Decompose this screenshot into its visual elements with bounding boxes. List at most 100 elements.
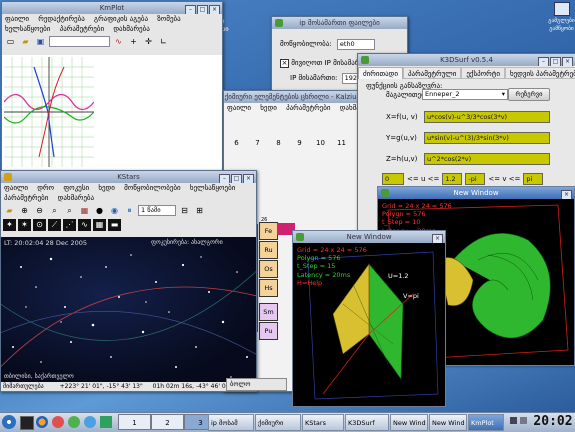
task-new-window-2[interactable]: New Wind bbox=[429, 414, 467, 431]
gl-render-small[interactable]: Grid = 24 x 24 = 576 Polygn = 576 t_Step… bbox=[293, 244, 445, 406]
tab-export[interactable]: ექსპორტი bbox=[461, 67, 505, 79]
open-folder-icon[interactable]: ▰ bbox=[3, 205, 16, 217]
menu-edit[interactable]: რედაქტირება bbox=[38, 15, 85, 23]
zoom-in-icon[interactable]: ⊕ bbox=[18, 205, 31, 217]
task-ip[interactable]: ip მოსამ bbox=[208, 414, 254, 431]
kalzium-footer-tab[interactable]: ბოლო bbox=[226, 378, 287, 391]
close-icon[interactable]: × bbox=[561, 190, 572, 199]
mail-icon[interactable] bbox=[52, 416, 64, 428]
kstars-titlebar[interactable]: KStars – □ × bbox=[1, 171, 256, 183]
task-new-window-1[interactable]: New Wind bbox=[390, 414, 428, 431]
cross-icon[interactable]: ✛ bbox=[142, 36, 155, 48]
help-icon[interactable] bbox=[84, 416, 96, 428]
planets-filter-icon[interactable]: ⊙ bbox=[33, 218, 46, 231]
close-icon[interactable]: × bbox=[243, 174, 254, 183]
menu-settings[interactable]: პარამეტრები bbox=[60, 25, 104, 33]
kmplot-function-input[interactable] bbox=[49, 36, 110, 47]
tab-main[interactable]: ძირითადი bbox=[358, 67, 403, 79]
z-function-input[interactable]: u^2*cos(2*v) bbox=[424, 153, 550, 165]
examples-select[interactable]: Enneper_2 ▾ bbox=[422, 89, 508, 100]
tab-view[interactable]: ხედვის პარამეტრები bbox=[504, 67, 575, 79]
new-window-small-titlebar[interactable]: New Window × bbox=[293, 231, 445, 243]
kstars-sky-view[interactable]: LT: 20:02:04 28 Dec 2005 ფოკუსირება: ახა… bbox=[1, 237, 256, 382]
kstars-menu-file[interactable]: ფაილი bbox=[4, 184, 28, 192]
deep-sky-filter-icon[interactable]: ✶ bbox=[18, 218, 31, 231]
kalzium-titlebar[interactable]: ქიმიური ელემენტების ცხრილი - Kalzium bbox=[224, 91, 364, 103]
menu-file[interactable]: ფაილი bbox=[5, 15, 29, 23]
element-tile[interactable]: Ru bbox=[259, 241, 278, 259]
kmplot-titlebar[interactable]: KmPlot – □ × bbox=[2, 2, 222, 14]
element-tile[interactable]: Pu bbox=[259, 322, 278, 340]
menu-help[interactable]: დახმარება bbox=[113, 25, 149, 33]
maximize-icon[interactable]: □ bbox=[231, 174, 242, 183]
clock[interactable]: 20:02 bbox=[532, 414, 574, 430]
kalzium-menu-file[interactable]: ფაილი bbox=[227, 104, 251, 112]
element-tile[interactable]: Os bbox=[259, 260, 278, 278]
pause-icon[interactable]: ⏸ bbox=[123, 205, 136, 217]
kalzium-menu-view[interactable]: ხედი bbox=[260, 104, 277, 112]
desktop-button[interactable]: 2 bbox=[151, 414, 184, 430]
step-back-icon[interactable]: ⊟ bbox=[178, 205, 191, 217]
minimize-icon[interactable]: – bbox=[219, 174, 230, 183]
image-icon[interactable]: ▦ bbox=[78, 205, 91, 217]
checkbox-icon[interactable]: × bbox=[280, 59, 289, 68]
open-folder-icon[interactable]: ▰ bbox=[19, 36, 32, 48]
angle-icon[interactable]: ∟ bbox=[157, 36, 170, 48]
new-file-icon[interactable]: ▭ bbox=[4, 36, 17, 48]
minimize-icon[interactable]: – bbox=[538, 57, 549, 66]
element-tile[interactable]: 26 Fe bbox=[259, 217, 278, 240]
menu-zoom[interactable]: ზომება bbox=[157, 15, 180, 23]
x-function-input[interactable]: u*cos(v)-u^3/3*cos(3*v) bbox=[424, 111, 550, 123]
kstars-menu-devices[interactable]: მოწყობილობები bbox=[124, 184, 181, 192]
volume-tray-icon[interactable] bbox=[520, 417, 527, 424]
function-plot-icon[interactable]: ∿ bbox=[112, 36, 125, 48]
menu-plot[interactable]: გრაფიკის აგება bbox=[94, 15, 148, 23]
minimize-icon[interactable]: – bbox=[185, 5, 196, 14]
zoom-out-icon[interactable]: ⊖ bbox=[33, 205, 46, 217]
names-filter-icon[interactable]: ⋰ bbox=[63, 218, 76, 231]
close-icon[interactable]: × bbox=[432, 234, 443, 243]
maximize-icon[interactable]: □ bbox=[197, 5, 208, 14]
sky-icon[interactable]: ● bbox=[93, 205, 106, 217]
maximize-icon[interactable]: □ bbox=[550, 57, 561, 66]
new-window-large-titlebar[interactable]: New Window × bbox=[378, 187, 574, 199]
kstars-menu-tools[interactable]: ხელსაწყოები bbox=[190, 184, 235, 192]
milky-way-filter-icon[interactable]: ∿ bbox=[78, 218, 91, 231]
desktop-icon-right[interactable]: გამგლები გამწყობი bbox=[548, 2, 575, 42]
monitor-tray-icon[interactable] bbox=[510, 417, 517, 424]
tab-parametric[interactable]: პარამეტრული bbox=[402, 67, 462, 79]
task-kstars[interactable]: KStars bbox=[302, 414, 344, 431]
u-min-input[interactable]: 0 bbox=[382, 173, 404, 185]
kstars-menu-help[interactable]: დახმარება bbox=[58, 194, 94, 202]
save-icon[interactable]: ▣ bbox=[34, 36, 47, 48]
step-forward-icon[interactable]: ⊞ bbox=[193, 205, 206, 217]
office-icon[interactable] bbox=[100, 416, 112, 428]
find-icon[interactable]: ⌕ bbox=[63, 205, 76, 217]
kmplot-canvas[interactable] bbox=[2, 55, 222, 170]
element-tile[interactable]: Sm bbox=[259, 303, 278, 321]
ip-device-input[interactable]: eth0 bbox=[336, 39, 375, 50]
stars-filter-icon[interactable]: ✦ bbox=[3, 218, 16, 231]
kstars-menu-settings[interactable]: პარამეტრები bbox=[4, 194, 48, 202]
horizon-filter-icon[interactable]: ▬ bbox=[108, 218, 121, 231]
desktop-button[interactable]: 1 bbox=[118, 414, 151, 430]
kstars-menu-focus[interactable]: ფოკუსი bbox=[63, 184, 89, 192]
u-max-input[interactable]: 1.2 bbox=[442, 173, 463, 185]
task-kalzium[interactable]: ქიმიური bbox=[255, 414, 301, 431]
time-step-input[interactable]: 1 წამი bbox=[138, 205, 176, 216]
kstars-menu-view[interactable]: ხედი bbox=[98, 184, 115, 192]
k3dsurf-titlebar[interactable]: K3DSurf v0.5.4 – □ × bbox=[358, 54, 575, 66]
globe-icon[interactable]: ◉ bbox=[108, 205, 121, 217]
ip-dialog-titlebar[interactable]: ip მოსამართი ფაილები bbox=[272, 17, 407, 29]
chat-icon[interactable] bbox=[68, 416, 80, 428]
terminal-icon[interactable] bbox=[20, 416, 34, 430]
task-kmplot[interactable]: KmPlot bbox=[468, 414, 504, 431]
browser-icon[interactable] bbox=[36, 416, 48, 428]
close-icon[interactable]: × bbox=[209, 5, 220, 14]
kalzium-menu-settings[interactable]: პარამეტრები bbox=[286, 104, 330, 112]
reserve-button[interactable]: რეზერვი bbox=[508, 88, 550, 101]
start-icon[interactable] bbox=[2, 415, 16, 429]
grid-filter-icon[interactable]: ▦ bbox=[93, 218, 106, 231]
lines-filter-icon[interactable]: ⟋ bbox=[48, 218, 61, 231]
y-function-input[interactable]: u*sin(v)-u^(3)/3*sin(3*v) bbox=[424, 132, 550, 144]
